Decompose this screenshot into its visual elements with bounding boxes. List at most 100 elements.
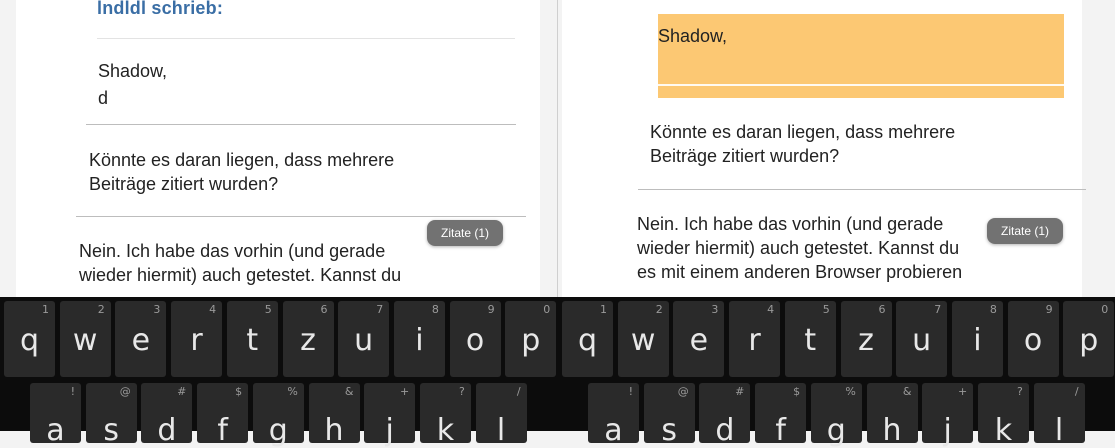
key-p[interactable]: 0p — [505, 301, 557, 377]
key-i[interactable]: 8i — [393, 301, 445, 377]
key-hint: ? — [1017, 385, 1023, 398]
key-i[interactable]: 8i — [951, 301, 1003, 377]
key-f[interactable]: $ f — [197, 383, 249, 448]
quote-author[interactable]: lndldl schrieb: — [97, 0, 223, 19]
text-line: Könnte es daran liegen, dass mehrere — [650, 122, 956, 142]
key-o[interactable]: 9o — [449, 301, 501, 377]
key-label: z — [858, 323, 874, 358]
key-f[interactable]: $ f — [755, 383, 807, 448]
quote-end-divider — [76, 216, 526, 217]
key-label: u — [912, 323, 932, 358]
key-e[interactable]: 3e — [673, 301, 725, 377]
key-hint: & — [902, 385, 912, 398]
key-o[interactable]: 9o — [1007, 301, 1059, 377]
key-hint: # — [735, 385, 745, 398]
key-t[interactable]: 5t — [784, 301, 836, 377]
key-hint: 8 — [989, 303, 997, 316]
key-k[interactable]: ? k — [977, 383, 1029, 448]
key-r[interactable]: 4r — [729, 301, 781, 377]
key-hint: + — [399, 385, 410, 398]
key-hint: 2 — [97, 303, 105, 316]
key-label: r — [190, 323, 203, 358]
key-hint: 3 — [711, 303, 719, 316]
key-d[interactable]: # d — [141, 383, 193, 448]
key-hint: % — [287, 385, 298, 398]
key-s[interactable]: @ s — [85, 383, 137, 448]
key-hint: % — [845, 385, 856, 398]
key-hint: 5 — [822, 303, 830, 316]
key-h[interactable]: & h — [308, 383, 360, 448]
key-d[interactable]: # d — [699, 383, 751, 448]
key-label: e — [131, 323, 151, 358]
key-hint: ! — [628, 385, 633, 398]
key-label: t — [804, 323, 817, 358]
key-u[interactable]: 7u — [338, 301, 390, 377]
key-hint: @ — [677, 385, 689, 398]
key-label: u — [354, 323, 374, 358]
key-label: i — [415, 323, 424, 358]
key-label: p — [521, 323, 541, 358]
key-label: z — [300, 323, 316, 358]
quote-header-divider — [97, 38, 515, 39]
quote-count-button[interactable]: Zitate (1) — [987, 218, 1064, 244]
key-hint: 8 — [431, 303, 439, 316]
key-hint: 6 — [320, 303, 328, 316]
key-a[interactable]: ! a — [30, 383, 81, 448]
key-label: o — [1023, 323, 1043, 358]
key-hint: 7 — [934, 303, 942, 316]
quote-end-divider — [638, 189, 1086, 190]
quote-line: d — [98, 88, 109, 108]
key-s[interactable]: @ s — [643, 383, 695, 448]
keyboard-right: 1 q 2 w 3 e 4 r 5 t 6 z 7 u 8 i 9 o 0 p! a @ s # d $ f% g & h + j? k / l — [558, 297, 1115, 448]
key-hint: / — [1074, 385, 1079, 398]
key-q[interactable]: 1q — [4, 301, 55, 377]
key-hint: 9 — [1045, 303, 1053, 316]
key-z[interactable]: 6z — [840, 301, 892, 377]
key-hint: $ — [793, 385, 801, 398]
key-e[interactable]: 3e — [115, 301, 167, 377]
key-p[interactable]: 0p — [1063, 301, 1115, 377]
key-label: e — [689, 323, 709, 358]
key-j[interactable]: + j — [922, 383, 974, 448]
onscreen-keyboard: 1 q 2 w 3 e 4 r 5 t 6 z 7 u 8 i 9 o 0 p! a @ s # d $ f% g & h + j? k / l 1… — [0, 297, 1115, 448]
key-a[interactable]: ! a — [588, 383, 639, 448]
key-hint: 0 — [1101, 303, 1109, 316]
key-label: o — [465, 323, 485, 358]
quote-body: Shadow, d — [98, 58, 167, 112]
key-q[interactable]: 1q — [562, 301, 613, 377]
key-g[interactable]: % g — [252, 383, 304, 448]
key-t[interactable]: 5t — [226, 301, 278, 377]
quote-line: Shadow, — [98, 61, 168, 81]
key-hint: # — [177, 385, 187, 398]
key-z[interactable]: 6z — [282, 301, 334, 377]
key-hint: ! — [70, 385, 75, 398]
key-label: w — [630, 323, 656, 358]
text-line: Beiträge zitiert wurden? — [650, 146, 840, 166]
question-text: Könnte es daran liegen, dass mehrere Bei… — [650, 120, 955, 168]
text-line: wieder hiermit) auch getestet. Kannst du — [79, 265, 402, 285]
key-r[interactable]: 4r — [171, 301, 223, 377]
key-g[interactable]: % g — [810, 383, 862, 448]
key-j[interactable]: + j — [364, 383, 416, 448]
key-hint: 9 — [487, 303, 495, 316]
key-hint: & — [344, 385, 354, 398]
key-label: q — [577, 323, 598, 358]
key-h[interactable]: & h — [866, 383, 918, 448]
keyboard-left: 1 q 2 w 3 e 4 r 5 t 6 z 7 u 8 i 9 o 0 p! a @ s # d $ f% g & h + j? k / l — [0, 297, 557, 448]
key-k[interactable]: ? k — [419, 383, 471, 448]
key-l[interactable]: / l — [1033, 383, 1085, 448]
quote-count-button[interactable]: Zitate (1) — [427, 220, 504, 246]
key-hint: $ — [235, 385, 243, 398]
key-l[interactable]: / l — [475, 383, 527, 448]
key-w[interactable]: 2w — [617, 301, 669, 377]
key-label: t — [246, 323, 259, 358]
highlighted-quote: Shadow, — [658, 14, 1064, 98]
key-w[interactable]: 2w — [59, 301, 111, 377]
key-u[interactable]: 7u — [896, 301, 948, 377]
key-hint: 4 — [209, 303, 217, 316]
key-label: w — [72, 323, 98, 358]
highlighted-quote-text: Shadow, — [658, 26, 728, 46]
key-hint: 2 — [655, 303, 663, 316]
key-label: r — [748, 323, 761, 358]
key-hint: ? — [459, 385, 465, 398]
